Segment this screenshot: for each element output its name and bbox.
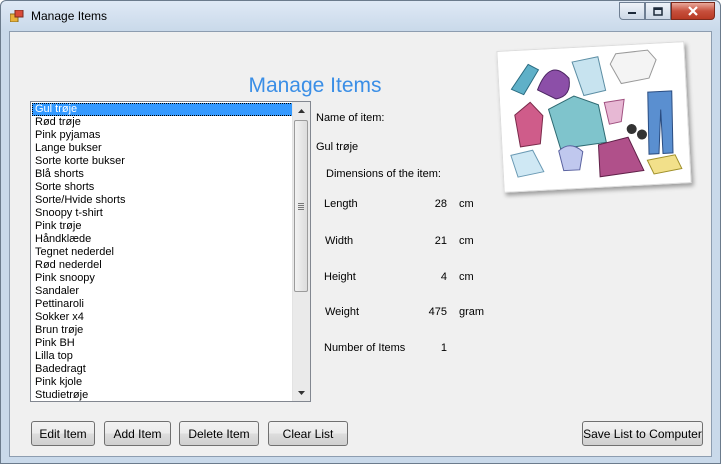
length-unit: cm bbox=[459, 198, 474, 210]
height-value: 4 bbox=[440, 271, 447, 283]
add-item-button[interactable]: Add Item bbox=[104, 421, 171, 446]
list-item[interactable]: Gul trøje bbox=[32, 103, 293, 116]
app-icon bbox=[10, 10, 24, 22]
list-item[interactable]: Pink trøje bbox=[32, 220, 293, 233]
client-area: Manage Items Gul trøje Rød trøje Pink pyja… bbox=[9, 31, 712, 457]
list-item[interactable]: Lange bukser bbox=[32, 142, 293, 155]
title-bar[interactable]: Manage Items bbox=[1, 1, 720, 31]
items-list: Gul trøje Rød trøje Pink pyjamas Lange buks… bbox=[32, 103, 293, 402]
list-item[interactable]: Håndklæde bbox=[32, 233, 293, 246]
list-scrollbar[interactable] bbox=[292, 102, 310, 401]
list-item[interactable]: Sandaler bbox=[32, 285, 293, 298]
dimensions-label: Dimensions of the item: bbox=[326, 168, 441, 180]
scroll-up-button[interactable] bbox=[293, 102, 310, 119]
list-item[interactable]: Lilla top bbox=[32, 350, 293, 363]
minimize-button[interactable] bbox=[619, 2, 645, 20]
clear-list-button[interactable]: Clear List bbox=[268, 421, 348, 446]
list-item[interactable]: Rød trøje bbox=[32, 116, 293, 129]
list-item[interactable]: Pettinaroli bbox=[32, 298, 293, 311]
close-icon bbox=[688, 6, 698, 16]
length-label: Length bbox=[324, 198, 358, 210]
length-value: 28 bbox=[434, 198, 447, 210]
close-button[interactable] bbox=[671, 2, 715, 20]
scroll-thumb[interactable] bbox=[294, 120, 308, 292]
save-list-button[interactable]: Save List to Computer bbox=[582, 421, 703, 446]
arrow-up-icon bbox=[298, 108, 305, 113]
items-listbox[interactable]: Gul trøje Rød trøje Pink pyjamas Lange buks… bbox=[30, 101, 311, 402]
clothes-image bbox=[496, 41, 692, 193]
minimize-icon bbox=[628, 12, 636, 14]
count-value: 1 bbox=[440, 342, 447, 354]
list-item[interactable]: Pink pyjamas bbox=[32, 129, 293, 142]
name-value: Gul trøje bbox=[316, 141, 359, 153]
maximize-button[interactable] bbox=[645, 2, 671, 20]
width-unit: cm bbox=[459, 235, 474, 247]
list-item[interactable]: Pink BH bbox=[32, 337, 293, 350]
weight-label: Weight bbox=[325, 306, 360, 318]
scroll-down-button[interactable] bbox=[293, 384, 310, 401]
list-item[interactable]: Sorte/Hvide shorts bbox=[32, 194, 293, 207]
list-item[interactable]: Pink kjole bbox=[32, 376, 293, 389]
height-label: Height bbox=[324, 271, 356, 283]
list-item[interactable]: Brun trøje bbox=[32, 324, 293, 337]
count-label: Number of Items bbox=[324, 342, 406, 354]
weight-value: 475 bbox=[428, 306, 447, 318]
delete-item-button[interactable]: Delete Item bbox=[179, 421, 259, 446]
list-item[interactable]: Sorte korte bukser bbox=[32, 155, 293, 168]
name-label: Name of item: bbox=[316, 112, 385, 124]
list-item[interactable]: Studietrøje bbox=[32, 389, 293, 402]
caption-buttons bbox=[619, 2, 715, 20]
list-item[interactable]: Pink snoopy bbox=[32, 272, 293, 285]
list-item[interactable]: Snoopy t-shirt bbox=[32, 207, 293, 220]
page-title: Manage Items bbox=[248, 74, 382, 97]
width-label: Width bbox=[325, 235, 354, 247]
grip-icon bbox=[298, 202, 304, 210]
list-item[interactable]: Sokker x4 bbox=[32, 311, 293, 324]
height-unit: cm bbox=[459, 271, 474, 283]
list-item[interactable]: Blå shorts bbox=[32, 168, 293, 181]
edit-item-button[interactable]: Edit Item bbox=[31, 421, 95, 446]
list-item[interactable]: Sorte shorts bbox=[32, 181, 293, 194]
main-window: Manage Items Manage Items Gul trøje Rød t… bbox=[0, 0, 721, 464]
width-value: 21 bbox=[434, 235, 447, 247]
weight-unit: gram bbox=[459, 306, 485, 318]
list-item[interactable]: Badedragt bbox=[32, 363, 293, 376]
maximize-icon bbox=[653, 6, 663, 16]
list-item[interactable]: Rød nederdel bbox=[32, 259, 293, 272]
arrow-down-icon bbox=[298, 390, 305, 395]
window-title: Manage Items bbox=[31, 9, 108, 23]
list-item[interactable]: Tegnet nederdel bbox=[32, 246, 293, 259]
